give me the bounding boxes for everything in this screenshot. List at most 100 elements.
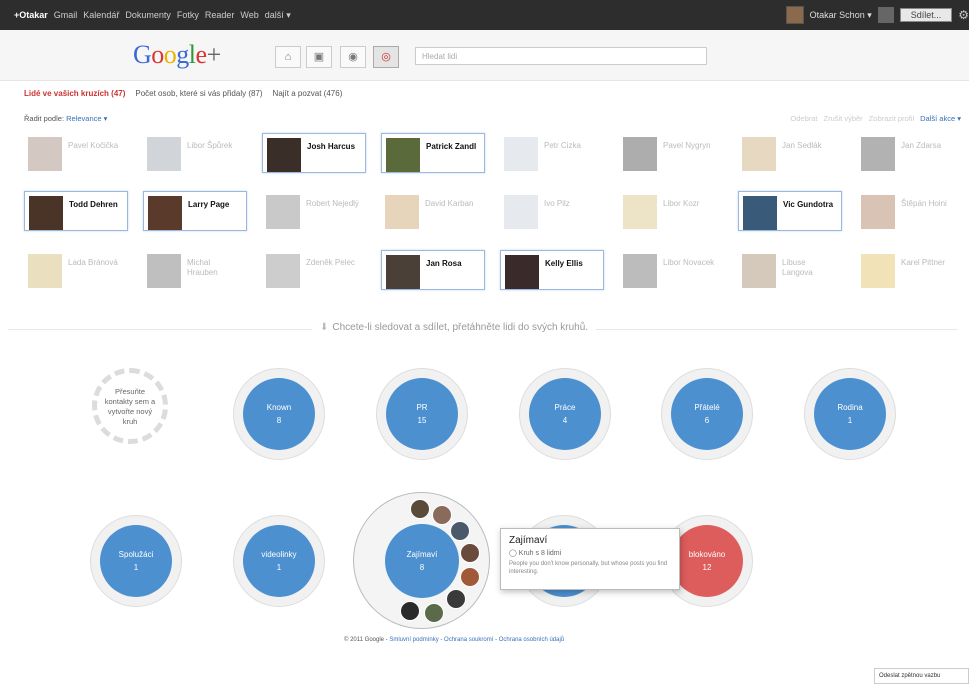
person-card[interactable]: Jan Zdarsa xyxy=(857,133,961,173)
circle-classmates[interactable]: Spolužáci 1 xyxy=(90,515,182,607)
remove-action[interactable]: Odebrat xyxy=(790,114,817,123)
person-card[interactable]: Zdeněk Pelec xyxy=(262,250,366,290)
person-card[interactable]: Vic Gundotra xyxy=(738,191,842,231)
gbar-link-profile[interactable]: +Otakar xyxy=(14,10,48,20)
gear-icon[interactable]: ⚙ xyxy=(958,8,969,22)
member-avatar[interactable] xyxy=(460,567,480,587)
member-avatar[interactable] xyxy=(410,499,430,519)
circle-pr[interactable]: PR 15 xyxy=(376,368,468,460)
person-photo xyxy=(623,254,657,288)
person-photo xyxy=(861,195,895,229)
person-name: Pavel Nygryn xyxy=(663,141,711,150)
person-card[interactable]: Patrick Zandl xyxy=(381,133,485,173)
photos-icon[interactable]: ▣ xyxy=(306,46,332,68)
profile-icon[interactable]: ◉ xyxy=(340,46,366,68)
circle-count: 1 xyxy=(133,563,139,572)
person-card[interactable]: Libor Novacek xyxy=(619,250,723,290)
more-actions-dropdown[interactable]: Další akce ▾ xyxy=(920,114,961,123)
tab-find-and-invite[interactable]: Najít a pozvat (476) xyxy=(273,89,343,98)
person-photo xyxy=(29,196,63,230)
person-photo xyxy=(742,137,776,171)
home-icon[interactable]: ⌂ xyxy=(275,46,301,68)
person-card[interactable]: Robert Nejedlý xyxy=(262,191,366,231)
person-name: Michal Hrauben xyxy=(187,258,218,277)
sort-label: Řadit podle: xyxy=(24,114,65,123)
member-avatar[interactable] xyxy=(424,603,444,623)
person-card[interactable]: Josh Harcus xyxy=(262,133,366,173)
person-card[interactable]: David Karban xyxy=(381,191,485,231)
member-avatar[interactable] xyxy=(450,521,470,541)
circle-name: Rodina xyxy=(837,403,863,412)
person-card[interactable]: Libor Kozr xyxy=(619,191,723,231)
person-name: Karel Pittner xyxy=(901,258,946,267)
gbar-link-more[interactable]: další ▾ xyxy=(265,10,291,21)
member-avatar[interactable] xyxy=(400,601,420,621)
down-arrow-icon: ⬇ xyxy=(320,322,329,333)
circle-interesting-expanded[interactable]: Zajímaví 8 xyxy=(353,492,490,629)
circle-name: Přátelé xyxy=(694,403,720,412)
person-card[interactable]: Libuse Langova xyxy=(738,250,842,290)
header: Google+ ⌂ ▣ ◉ ◎ Hledat lidi xyxy=(0,30,969,81)
search-input[interactable]: Hledat lidi xyxy=(415,47,707,65)
circle-family[interactable]: Rodina 1 xyxy=(804,368,896,460)
gbar-link-photos[interactable]: Fotky xyxy=(177,10,199,20)
circle-count: 15 xyxy=(417,416,427,425)
person-name: David Karban xyxy=(425,199,474,208)
new-circle-text: Přesuňte kontakty sem a vytvořte nový kr… xyxy=(104,387,156,426)
footer-link-terms[interactable]: Smluvní podmínky xyxy=(389,637,438,643)
person-photo xyxy=(623,137,657,171)
circle-known[interactable]: Known 8 xyxy=(233,368,325,460)
person-name: Libor Novacek xyxy=(663,258,715,267)
circle-friends[interactable]: Přátelé 6 xyxy=(661,368,753,460)
share-button[interactable]: Sdílet... xyxy=(899,8,953,22)
person-name: Ivo Pilz xyxy=(544,199,570,208)
circle-name: Spolužáci xyxy=(118,550,154,559)
gbar-link-reader[interactable]: Reader xyxy=(205,10,235,20)
gbar-link-web[interactable]: Web xyxy=(240,10,258,20)
tab-in-your-circles[interactable]: Lidé ve vašich kruzích (47) xyxy=(24,89,125,98)
person-card[interactable]: Kelly Ellis xyxy=(500,250,604,290)
person-name: Josh Harcus xyxy=(307,142,356,151)
tab-have-you-in-circles[interactable]: Počet osob, které si vás přidaly (87) xyxy=(135,89,262,98)
google-plus-logo[interactable]: Google+ xyxy=(133,40,221,70)
circle-count: 4 xyxy=(562,416,568,425)
member-avatar[interactable] xyxy=(432,505,452,525)
person-photo xyxy=(266,254,300,288)
gbar-link-calendar[interactable]: Kalendář xyxy=(83,10,119,20)
person-card[interactable]: Pavel Kočička xyxy=(24,133,128,173)
circles-icon[interactable]: ◎ xyxy=(373,46,399,68)
person-card[interactable]: Larry Page xyxy=(143,191,247,231)
sort-dropdown[interactable]: Relevance ▾ xyxy=(66,114,107,123)
gbar-link-gmail[interactable]: Gmail xyxy=(54,10,78,20)
person-card[interactable]: Jan Rosa xyxy=(381,250,485,290)
tooltip-description: People you don't know personally, but wh… xyxy=(509,561,668,575)
person-card[interactable]: Lada Bránová xyxy=(24,250,128,290)
circle-count: 8 xyxy=(276,416,282,425)
user-name[interactable]: Otakar Schon ▾ xyxy=(810,10,872,21)
person-name: Vic Gundotra xyxy=(783,200,834,209)
person-name: Robert Nejedlý xyxy=(306,199,359,208)
person-card[interactable]: Libor Špůrek xyxy=(143,133,247,173)
circle-videolinks[interactable]: videolinky 1 xyxy=(233,515,325,607)
feedback-button[interactable]: Odeslat zpětnou vazbu xyxy=(874,668,969,684)
person-card[interactable]: Petr Cizka xyxy=(500,133,604,173)
person-card[interactable]: Ivo Pilz xyxy=(500,191,604,231)
view-profile-action[interactable]: Zobrazit profil xyxy=(869,114,914,123)
member-avatar[interactable] xyxy=(460,543,480,563)
person-card[interactable]: Jan Sedlák xyxy=(738,133,842,173)
person-card[interactable]: Todd Dehren xyxy=(24,191,128,231)
notification-icon[interactable] xyxy=(877,7,894,23)
deselect-action[interactable]: Zrušit výběr xyxy=(824,114,863,123)
person-card[interactable]: Pavel Nygryn xyxy=(619,133,723,173)
gbar-link-documents[interactable]: Dokumenty xyxy=(125,10,171,20)
user-avatar[interactable] xyxy=(785,6,804,24)
new-circle-dropzone[interactable]: Přesuňte kontakty sem a vytvořte nový kr… xyxy=(92,368,168,444)
person-card[interactable]: Karel Pittner xyxy=(857,250,961,290)
circle-count: 1 xyxy=(847,416,853,425)
person-card[interactable]: Michal Hrauben xyxy=(143,250,247,290)
circle-work[interactable]: Práce 4 xyxy=(519,368,611,460)
person-card[interactable]: Štěpán Hoini xyxy=(857,191,961,231)
member-avatar[interactable] xyxy=(446,589,466,609)
footer-link-data[interactable]: Ochrana osobních údajů xyxy=(499,637,564,643)
footer-link-privacy[interactable]: Ochrana soukromí xyxy=(444,637,493,643)
